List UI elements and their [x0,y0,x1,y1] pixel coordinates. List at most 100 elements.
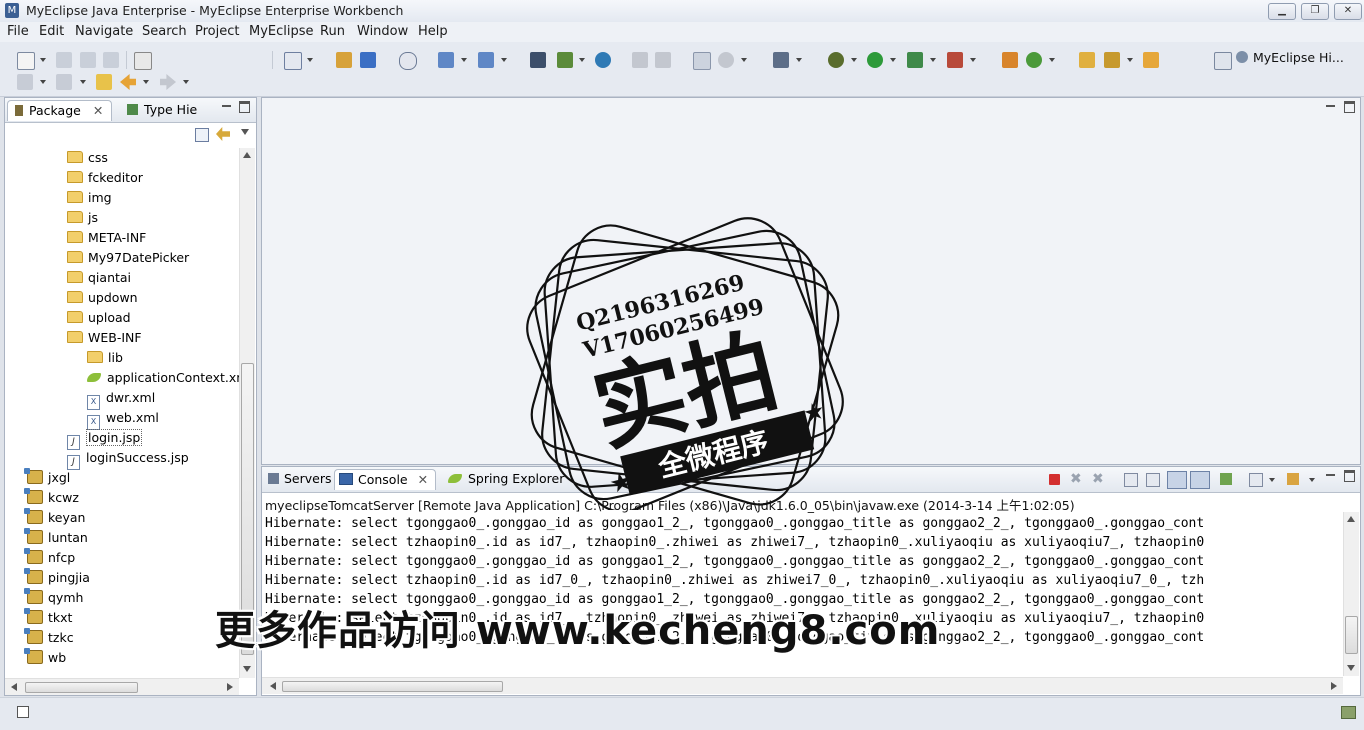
tree-item[interactable]: keyan [24,508,85,528]
close-button[interactable]: ✕ [1334,3,1362,20]
tree-item[interactable]: applicationContext.xml [87,368,239,388]
run-dropdown-icon[interactable] [890,58,896,62]
search-tool-icon[interactable] [478,52,494,68]
display-console-icon[interactable] [1249,473,1263,487]
console-vscroll-thumb[interactable] [1345,616,1358,654]
back-dropdown-icon[interactable] [143,80,149,84]
show-on-stdout-icon[interactable] [1167,471,1187,489]
tree-horizontal-scrollbar[interactable] [5,678,239,695]
run-script-dropdown-icon[interactable] [579,58,585,62]
collapse-all-icon[interactable] [195,128,209,142]
tree-item[interactable]: updown [67,288,138,308]
run-server-dropdown-icon[interactable] [930,58,936,62]
save-all-icon[interactable] [80,52,96,68]
external-tools-icon[interactable] [947,52,963,68]
pin-console-icon[interactable] [1220,473,1232,485]
nav-forward-disabled-icon[interactable] [655,52,671,68]
browser-icon[interactable] [399,52,417,70]
tree-item[interactable]: kcwz [24,488,79,508]
close-console-tab-icon[interactable]: ✕ [418,472,428,487]
refresh-dropdown-icon[interactable] [1049,58,1055,62]
back-arrow-icon[interactable] [120,74,136,90]
menu-help[interactable]: Help [418,24,448,39]
open-type-icon[interactable] [284,52,302,70]
open-perspective-icon[interactable] [1214,52,1232,70]
tree-item[interactable]: nfcp [24,548,75,568]
fast-view-icon[interactable] [17,706,29,718]
tab-package-explorer[interactable]: Package ✕ [7,100,112,121]
status-tray-icon[interactable] [1341,706,1356,719]
pen-icon[interactable] [1104,52,1120,68]
tree-item[interactable]: pingjia [24,568,90,588]
tree-item[interactable]: My97DatePicker [67,248,189,268]
wizard-dropdown-icon[interactable] [461,58,467,62]
binary-icon[interactable] [134,52,152,70]
minimize-button[interactable]: ▁ [1268,3,1296,20]
debug-disabled-dropdown-icon[interactable] [741,58,747,62]
server-icon[interactable] [360,52,376,68]
tree-item[interactable]: Jlogin.jsp [67,428,143,450]
next-annotation-dropdown-icon[interactable] [40,80,46,84]
run-script-icon[interactable] [557,52,573,68]
menu-run[interactable]: Run [320,24,345,39]
tree-item[interactable]: luntan [24,528,88,548]
tree-item[interactable]: fckeditor [67,168,143,188]
console-minimize-icon[interactable] [1326,471,1335,476]
console-horizontal-scrollbar[interactable] [262,677,1343,694]
print-icon[interactable] [103,52,119,68]
scroll-lock-icon[interactable] [1146,473,1160,487]
tree-item[interactable]: Xdwr.xml [87,388,155,410]
console-hscroll-thumb[interactable] [282,681,503,692]
console-maximize-icon[interactable] [1344,470,1355,482]
clear-console-icon[interactable] [1124,473,1138,487]
menu-myeclipse[interactable]: MyEclipse [249,24,314,39]
globe-icon[interactable] [595,52,611,68]
open-console-icon[interactable] [1287,473,1299,485]
tree-item[interactable]: lib [87,348,123,368]
save-icon[interactable] [56,52,72,68]
close-tab-icon[interactable]: ✕ [93,103,103,118]
tab-console[interactable]: Console ✕ [334,469,436,490]
console-scroll-right-icon[interactable] [1331,682,1337,690]
folder-task-icon[interactable] [1143,52,1159,68]
remove-all-launches-icon[interactable]: ✖ [1092,471,1104,487]
prev-annotation-icon[interactable] [56,74,72,90]
show-on-stderr-icon[interactable] [1190,471,1210,489]
monitor-icon[interactable] [773,52,789,68]
tree-item[interactable]: jxgl [24,468,70,488]
menu-project[interactable]: Project [195,24,239,39]
restore-button[interactable]: ❐ [1301,3,1329,20]
tab-type-hierarchy[interactable]: Type Hie [127,100,207,120]
tree-item[interactable]: qymh [24,588,83,608]
tree-item[interactable]: tzkc [24,628,74,648]
menu-edit[interactable]: Edit [39,24,64,39]
new-dropdown-icon[interactable] [40,58,46,62]
console-scroll-down-icon[interactable] [1347,665,1355,671]
console-scroll-left-icon[interactable] [270,682,276,690]
tree-item[interactable]: upload [67,308,131,328]
tab-servers[interactable]: Servers [264,469,332,489]
scroll-down-arrow-icon[interactable] [243,666,251,672]
open-type-dropdown-icon[interactable] [307,58,313,62]
console-vertical-scrollbar[interactable] [1343,512,1359,676]
tree-hscroll-thumb[interactable] [25,682,138,693]
debug-dropdown-icon[interactable] [851,58,857,62]
link-with-editor-icon[interactable] [216,127,230,141]
forward-dropdown-icon[interactable] [183,80,189,84]
run-icon[interactable] [867,52,883,68]
task-icon[interactable] [693,52,711,70]
tree-item[interactable]: tkxt [24,608,72,628]
refresh-icon[interactable] [1026,52,1042,68]
tree-item[interactable]: css [67,148,108,168]
forward-arrow-icon[interactable] [160,74,176,90]
nav-back-disabled-icon[interactable] [632,52,648,68]
monitor-dropdown-icon[interactable] [796,58,802,62]
deploy-icon[interactable] [336,52,352,68]
search-dropdown-icon[interactable] [501,58,507,62]
maximize-view-icon[interactable] [239,101,250,113]
external-tools-dropdown-icon[interactable] [970,58,976,62]
terminate-icon[interactable] [1049,474,1060,485]
tree-item[interactable]: js [67,208,98,228]
scroll-up-arrow-icon[interactable] [243,152,251,158]
open-console-dropdown-icon[interactable] [1309,478,1315,482]
